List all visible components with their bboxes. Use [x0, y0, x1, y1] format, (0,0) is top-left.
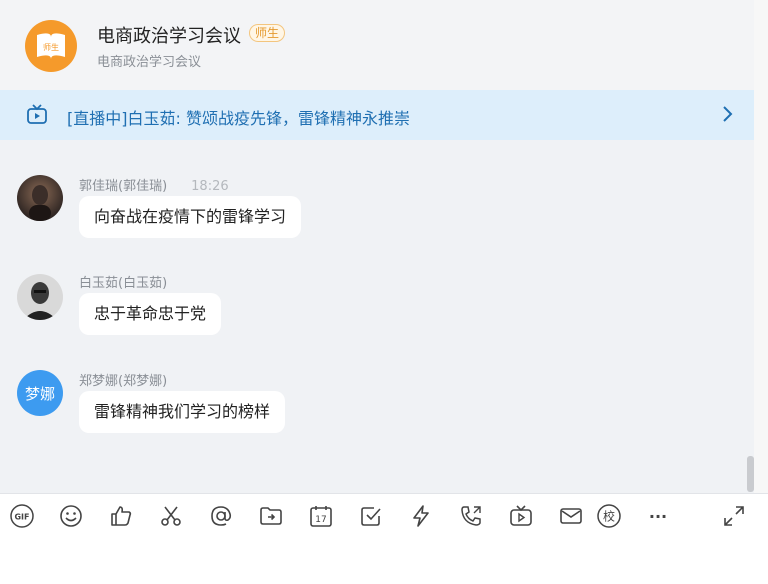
input-toolbar: GIF 17 校 ···: [0, 493, 768, 540]
like-button[interactable]: [108, 503, 134, 529]
message-input[interactable]: [0, 540, 768, 584]
gif-button[interactable]: GIF: [9, 503, 35, 529]
expand-icon: [724, 506, 744, 526]
mention-button[interactable]: [208, 503, 234, 529]
campus-label: 校: [603, 509, 615, 524]
sender-label: 郭佳瑞(郭佳瑞): [79, 179, 168, 194]
live-banner-text: [直播中]白玉茹: 赞颂战疫先锋，雷锋精神永推崇: [67, 109, 410, 128]
campus-button[interactable]: 校: [596, 503, 622, 529]
more-button[interactable]: ···: [645, 503, 671, 529]
sender-name: 郭佳瑞(郭佳瑞) 18:26: [79, 175, 229, 194]
live-button[interactable]: [508, 503, 534, 529]
message-list[interactable]: 郭佳瑞(郭佳瑞) 18:26 向奋战在疫情下的雷锋学习 白玉茹(白玉茹) 忠于革命…: [0, 140, 754, 493]
calendar-icon: 17: [310, 506, 332, 527]
group-title: 电商政治学习会议: [97, 26, 241, 47]
call-button[interactable]: [458, 503, 484, 529]
sender-name: 郑梦娜(郑梦娜): [79, 374, 168, 389]
checkbox-icon: [361, 507, 381, 526]
role-badge: 师生: [249, 24, 286, 42]
screenshot-button[interactable]: [158, 503, 184, 529]
chevron-right-icon[interactable]: [720, 104, 734, 128]
message-bubble[interactable]: 雷锋精神我们学习的榜样: [79, 391, 286, 433]
avatar[interactable]: 梦娜: [17, 370, 63, 416]
at-sign-icon: [211, 506, 232, 526]
flash-button[interactable]: [408, 503, 434, 529]
scrollbar-thumb[interactable]: [747, 456, 754, 492]
lightning-icon: [413, 505, 429, 527]
campus-icon: 校: [597, 504, 621, 528]
task-button[interactable]: [358, 503, 384, 529]
expand-button[interactable]: [721, 503, 747, 529]
avatar[interactable]: [17, 175, 63, 221]
message-time: 18:26: [191, 179, 229, 194]
calendar-button[interactable]: 17: [308, 503, 334, 529]
scissors-icon: [161, 506, 181, 526]
gif-icon: GIF: [10, 504, 34, 528]
message-bubble[interactable]: 向奋战在疫情下的雷锋学习: [79, 196, 302, 238]
chat-header: 师生 电商政治学习会议 师生 电商政治学习会议: [0, 0, 768, 90]
calendar-day: 17: [315, 515, 326, 525]
sender-name: 白玉茹(白玉茹): [79, 276, 168, 291]
scrollbar-track[interactable]: [754, 0, 768, 493]
envelope-icon: [560, 508, 582, 524]
group-avatar[interactable]: 师生: [25, 20, 77, 72]
smiley-icon: [60, 505, 82, 527]
tv-icon: [510, 505, 532, 526]
mail-button[interactable]: [558, 503, 584, 529]
gif-label: GIF: [14, 513, 29, 522]
live-banner[interactable]: [直播中]白玉茹: 赞颂战疫先锋，雷锋精神永推崇: [0, 90, 754, 140]
group-subtitle: 电商政治学习会议: [97, 55, 202, 70]
avatar[interactable]: [17, 274, 63, 320]
file-button[interactable]: [258, 503, 284, 529]
thumbs-up-icon: [111, 506, 132, 526]
book-icon: 师生: [37, 33, 65, 59]
group-avatar-label: 师生: [43, 42, 59, 52]
phone-icon: [461, 506, 481, 526]
emoji-button[interactable]: [58, 503, 84, 529]
tv-icon: [26, 104, 48, 130]
folder-icon: [260, 507, 282, 525]
message-bubble[interactable]: 忠于革命忠于党: [79, 293, 222, 335]
